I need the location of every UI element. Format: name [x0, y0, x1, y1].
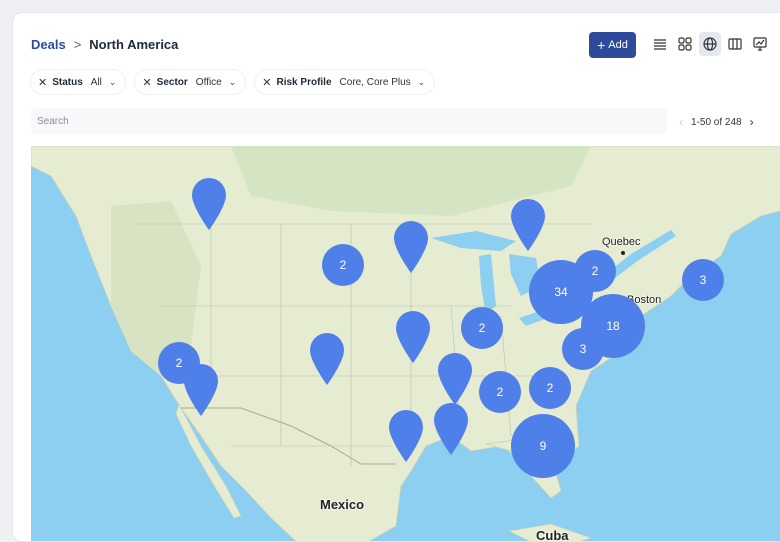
breadcrumb-separator: > [73, 37, 82, 52]
chart-view-button[interactable] [749, 32, 771, 56]
breadcrumb-current: North America [89, 37, 179, 52]
map-label-mexico: Mexico [320, 497, 365, 512]
grid-view-button[interactable] [674, 32, 696, 56]
previous-page-icon[interactable]: ‹ [679, 115, 683, 129]
filter-label: Sector [156, 76, 188, 88]
list-view-icon [654, 39, 666, 50]
globe-view-button[interactable] [699, 32, 721, 56]
list-view-button[interactable] [649, 32, 671, 56]
filter-chip-sector[interactable]: ✕ Sector Office ⌄ [135, 70, 246, 94]
next-page-icon[interactable]: › [750, 115, 754, 129]
chevron-down-icon: ⌄ [228, 76, 237, 87]
header-bar: Deals > North America + Add [13, 13, 780, 73]
pagination: ‹ 1-50 of 248 › [679, 115, 754, 129]
cluster-marker[interactable]: 2 [574, 250, 616, 292]
deals-map[interactable]: Quebec Boston Mexico Cuba 2 34 2 3 18 3 … [31, 146, 780, 542]
remove-filter-icon[interactable]: ✕ [262, 76, 271, 89]
breadcrumb-deals-link[interactable]: Deals [31, 37, 66, 52]
cluster-marker[interactable]: 2 [461, 307, 503, 349]
breadcrumb: Deals > North America [31, 37, 178, 52]
location-pin[interactable] [309, 332, 345, 386]
location-pin[interactable] [433, 402, 469, 456]
columns-view-icon [728, 38, 742, 50]
columns-view-button[interactable] [724, 32, 746, 56]
add-button[interactable]: + Add [589, 32, 636, 58]
filter-bar: ✕ Status All ⌄ ✕ Sector Office ⌄ ✕ Risk … [31, 70, 435, 94]
cluster-marker[interactable]: 3 [682, 259, 724, 301]
filter-value: Core, Core Plus [339, 76, 411, 88]
cluster-marker[interactable]: 3 [562, 328, 604, 370]
filter-chip-risk-profile[interactable]: ✕ Risk Profile Core, Core Plus ⌄ [255, 70, 435, 94]
filter-value: Office [195, 76, 222, 88]
cluster-marker[interactable]: 2 [479, 371, 521, 413]
chevron-down-icon: ⌄ [417, 76, 426, 87]
search-input[interactable] [31, 108, 667, 134]
chart-view-icon [753, 37, 767, 51]
cluster-marker[interactable]: 2 [158, 342, 200, 384]
globe-view-icon [703, 37, 717, 51]
chevron-down-icon: ⌄ [108, 76, 117, 87]
location-pin[interactable] [395, 310, 431, 364]
location-pin[interactable] [388, 409, 424, 463]
deals-panel: Deals > North America + Add ✕ Status All… [12, 12, 780, 542]
location-pin[interactable] [437, 352, 473, 406]
cluster-marker[interactable]: 2 [529, 367, 571, 409]
map-label-cuba: Cuba [536, 528, 569, 542]
remove-filter-icon[interactable]: ✕ [142, 76, 151, 89]
add-button-label: Add [608, 39, 628, 51]
filter-value: All [90, 76, 102, 88]
location-pin[interactable] [393, 220, 429, 274]
cluster-marker[interactable]: 9 [511, 414, 575, 478]
cluster-marker[interactable]: 2 [322, 244, 364, 286]
location-pin[interactable] [510, 198, 546, 252]
pagination-range: 1-50 of 248 [691, 116, 742, 128]
map-label-quebec: Quebec [602, 236, 641, 248]
filter-chip-status[interactable]: ✕ Status All ⌄ [31, 70, 126, 94]
plus-icon: + [597, 36, 606, 53]
view-switcher [649, 32, 771, 56]
remove-filter-icon[interactable]: ✕ [38, 76, 47, 89]
location-pin[interactable] [191, 177, 227, 231]
grid-view-icon [678, 37, 692, 51]
filter-label: Status [52, 76, 83, 88]
search-bar [31, 108, 667, 134]
filter-label: Risk Profile [276, 76, 332, 88]
quebec-marker [621, 251, 625, 255]
